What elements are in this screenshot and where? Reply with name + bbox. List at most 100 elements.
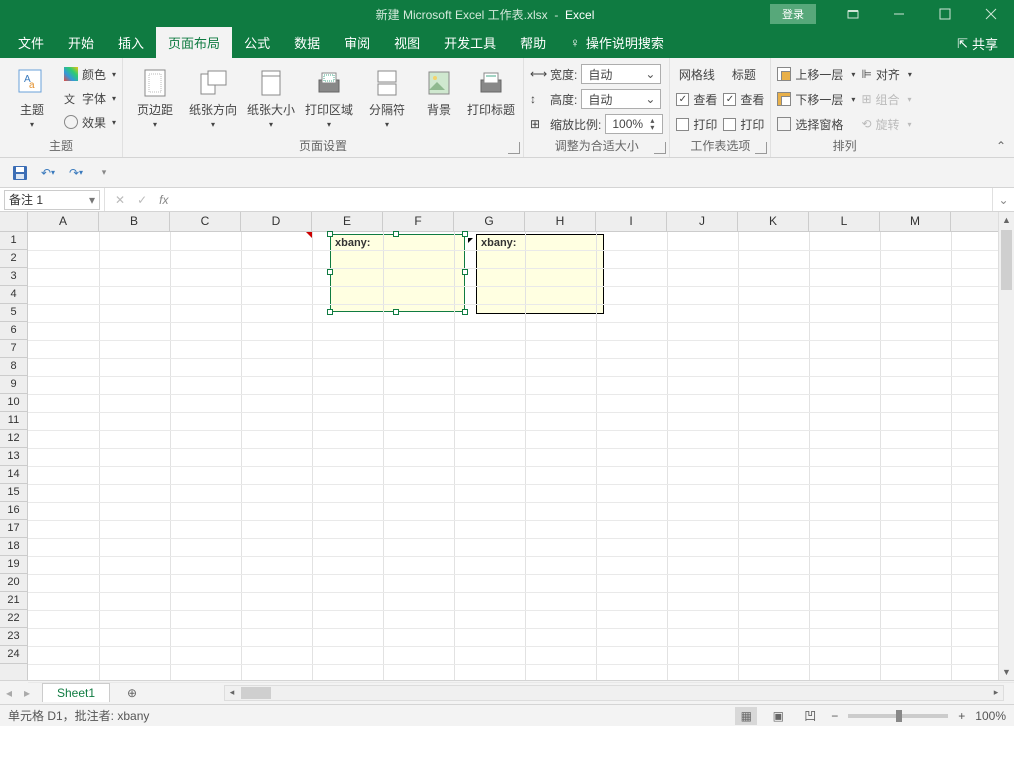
collapse-ribbon-icon[interactable]: ⌃ bbox=[996, 139, 1006, 153]
col-header[interactable]: B bbox=[99, 212, 170, 231]
maximize-icon[interactable] bbox=[922, 0, 968, 28]
close-icon[interactable] bbox=[968, 0, 1014, 28]
name-box[interactable]: 备注 1▾ bbox=[4, 190, 100, 210]
menu-file[interactable]: 文件 bbox=[6, 27, 56, 58]
width-combo[interactable]: 自动⌄ bbox=[581, 64, 661, 84]
cells-area[interactable]: xbany: xbany: bbox=[28, 232, 1014, 680]
zoom-slider[interactable] bbox=[848, 714, 948, 718]
row-header[interactable]: 16 bbox=[0, 502, 27, 520]
ribbon-display-options-icon[interactable] bbox=[830, 0, 876, 28]
background-button[interactable]: 背景 bbox=[419, 63, 459, 118]
row-header[interactable]: 10 bbox=[0, 394, 27, 412]
menu-formulas[interactable]: 公式 bbox=[232, 27, 282, 58]
row-header[interactable]: 22 bbox=[0, 610, 27, 628]
menu-help[interactable]: 帮助 bbox=[508, 27, 558, 58]
save-button[interactable] bbox=[10, 163, 30, 183]
menu-developer[interactable]: 开发工具 bbox=[432, 27, 508, 58]
row-header[interactable]: 17 bbox=[0, 520, 27, 538]
scroll-thumb[interactable] bbox=[1001, 230, 1012, 290]
vertical-scrollbar[interactable]: ▲ ▼ bbox=[998, 212, 1014, 680]
col-header[interactable]: E bbox=[312, 212, 383, 231]
scroll-left-icon[interactable]: ◂ bbox=[225, 687, 239, 698]
col-header[interactable]: L bbox=[809, 212, 880, 231]
bring-forward-button[interactable]: 上移一层▾ bbox=[777, 63, 855, 85]
sheet-options-dialog-launcher[interactable] bbox=[755, 142, 767, 154]
add-sheet-button[interactable]: ⊕ bbox=[120, 686, 144, 700]
scroll-up-icon[interactable]: ▲ bbox=[999, 212, 1014, 228]
tell-me[interactable]: ♀ 操作说明搜索 bbox=[558, 27, 676, 58]
breaks-button[interactable]: 分隔符▾ bbox=[361, 63, 413, 129]
row-header[interactable]: 7 bbox=[0, 340, 27, 358]
normal-view-button[interactable]: ▦ bbox=[735, 707, 757, 725]
zoom-out-button[interactable]: − bbox=[831, 709, 838, 723]
row-header[interactable]: 19 bbox=[0, 556, 27, 574]
row-header[interactable]: 20 bbox=[0, 574, 27, 592]
orientation-button[interactable]: 纸张方向▾ bbox=[187, 63, 239, 129]
zoom-level[interactable]: 100% bbox=[975, 709, 1006, 723]
theme-effects-button[interactable]: 效果▾ bbox=[64, 111, 116, 133]
cancel-icon[interactable]: ✕ bbox=[115, 193, 125, 207]
horizontal-scrollbar[interactable]: ◂ ▸ bbox=[224, 685, 1004, 701]
scroll-right-icon[interactable]: ▸ bbox=[989, 687, 1003, 698]
spreadsheet-grid[interactable]: A B C D E F G H I J K L M 12345678910111… bbox=[0, 212, 1014, 680]
undo-button[interactable]: ↶▾ bbox=[38, 163, 58, 183]
row-header[interactable]: 23 bbox=[0, 628, 27, 646]
align-button[interactable]: ⊫对齐▾ bbox=[861, 63, 911, 85]
headings-print-checkbox[interactable]: 打印 bbox=[723, 113, 764, 135]
row-header[interactable]: 8 bbox=[0, 358, 27, 376]
menu-home[interactable]: 开始 bbox=[56, 27, 106, 58]
theme-fonts-button[interactable]: 文字体▾ bbox=[64, 87, 116, 109]
selection-pane-button[interactable]: 选择窗格 bbox=[777, 113, 855, 135]
headings-view-checkbox[interactable]: ✓查看 bbox=[723, 88, 764, 110]
menu-review[interactable]: 审阅 bbox=[332, 27, 382, 58]
row-header[interactable]: 24 bbox=[0, 646, 27, 664]
col-header[interactable]: F bbox=[383, 212, 454, 231]
qat-customize-button[interactable]: ▾ bbox=[94, 163, 114, 183]
print-area-button[interactable]: 打印区域▾ bbox=[303, 63, 355, 129]
page-setup-dialog-launcher[interactable] bbox=[508, 142, 520, 154]
gridlines-view-checkbox[interactable]: ✓查看 bbox=[676, 88, 717, 110]
comment-box[interactable]: xbany: bbox=[476, 234, 604, 314]
enter-icon[interactable]: ✓ bbox=[137, 193, 147, 207]
themes-button[interactable]: Aa 主题▾ bbox=[6, 63, 58, 129]
gridlines-print-checkbox[interactable]: 打印 bbox=[676, 113, 717, 135]
row-header[interactable]: 2 bbox=[0, 250, 27, 268]
col-header[interactable]: I bbox=[596, 212, 667, 231]
share-button[interactable]: ⇱ 共享 bbox=[947, 29, 1008, 58]
col-header[interactable]: C bbox=[170, 212, 241, 231]
tab-nav-prev[interactable]: ◂ bbox=[0, 686, 18, 700]
row-header[interactable]: 6 bbox=[0, 322, 27, 340]
scroll-thumb[interactable] bbox=[241, 687, 271, 699]
col-header[interactable]: H bbox=[525, 212, 596, 231]
margins-button[interactable]: 页边距▾ bbox=[129, 63, 181, 129]
row-header[interactable]: 5 bbox=[0, 304, 27, 322]
send-backward-button[interactable]: 下移一层▾ bbox=[777, 88, 855, 110]
row-header[interactable]: 9 bbox=[0, 376, 27, 394]
col-header[interactable]: A bbox=[28, 212, 99, 231]
col-header[interactable]: J bbox=[667, 212, 738, 231]
col-header[interactable]: D bbox=[241, 212, 312, 231]
page-layout-view-button[interactable]: ▣ bbox=[767, 707, 789, 725]
comment-box-selected[interactable]: xbany: bbox=[330, 234, 465, 312]
print-titles-button[interactable]: 打印标题 bbox=[465, 63, 517, 118]
scroll-down-icon[interactable]: ▼ bbox=[999, 664, 1014, 680]
scale-dialog-launcher[interactable] bbox=[654, 142, 666, 154]
row-header[interactable]: 18 bbox=[0, 538, 27, 556]
row-header[interactable]: 21 bbox=[0, 592, 27, 610]
select-all-corner[interactable] bbox=[0, 212, 28, 231]
sheet-tab[interactable]: Sheet1 bbox=[42, 683, 110, 702]
scale-spinner[interactable]: 100%▴▾ bbox=[605, 114, 663, 134]
size-button[interactable]: 纸张大小▾ bbox=[245, 63, 297, 129]
row-header[interactable]: 4 bbox=[0, 286, 27, 304]
col-header[interactable]: G bbox=[454, 212, 525, 231]
minimize-icon[interactable] bbox=[876, 0, 922, 28]
redo-button[interactable]: ↷▾ bbox=[66, 163, 86, 183]
tab-nav-next[interactable]: ▸ bbox=[18, 686, 36, 700]
menu-view[interactable]: 视图 bbox=[382, 27, 432, 58]
menu-data[interactable]: 数据 bbox=[282, 27, 332, 58]
row-header[interactable]: 3 bbox=[0, 268, 27, 286]
col-header[interactable]: K bbox=[738, 212, 809, 231]
theme-colors-button[interactable]: 颜色▾ bbox=[64, 63, 116, 85]
expand-formula-bar-icon[interactable]: ⌄ bbox=[992, 188, 1014, 211]
fx-icon[interactable]: fx bbox=[159, 193, 168, 207]
